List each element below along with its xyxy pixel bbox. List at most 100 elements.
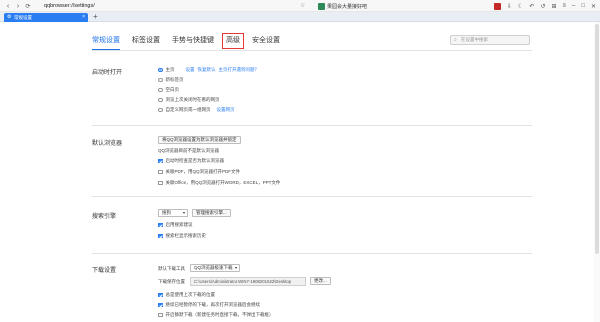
check-search-history[interactable]: 搜索栏显示搜索历史 (158, 233, 206, 239)
download-tool-select[interactable]: QQ浏览器极速下载 ▾ (190, 264, 240, 272)
checkbox[interactable] (158, 233, 163, 239)
chevron-down-icon: ▾ (234, 265, 237, 270)
startup-option-blank[interactable]: 空白页 (158, 87, 179, 93)
startup-option-custom[interactable]: 自定义网页或一组网页 设置网页 (158, 107, 235, 113)
download-path-field[interactable]: C:\Users\Administrator.WIN7-1908201522\D… (190, 277, 306, 286)
toolbar-right-icons: ⇩ ☾ ↶ ↺ ⊞ ≡ – □ ✕ (493, 1, 596, 11)
checkbox[interactable] (158, 158, 163, 164)
startup-option-newtab[interactable]: 新标签页 (158, 77, 184, 83)
check-label: 关联Office，用QQ浏览器打开WORD，EXCEL，PPT文件 (165, 180, 281, 185)
download-label: 下载设置 (92, 268, 117, 274)
tab-tabs[interactable]: 标签设置 (132, 34, 160, 48)
manage-search-engines-button[interactable]: 管理搜索引擎... (192, 209, 231, 217)
tab-close-icon[interactable]: × (82, 13, 85, 22)
night-mode-icon[interactable]: ☾ (518, 3, 523, 10)
section-divider (92, 253, 532, 254)
check-associate-office[interactable]: 关联Office，用QQ浏览器打开WORD，EXCEL，PPT文件 (158, 180, 280, 186)
checkbox[interactable] (158, 292, 163, 298)
custom-pages-link[interactable]: 设置网页 (217, 107, 235, 113)
maximize-icon[interactable]: □ (581, 3, 585, 9)
tab-bar: ⚙ 常规设置 × + (0, 12, 600, 22)
tab-gestures[interactable]: 手势与快捷键 (172, 34, 214, 48)
tab-general[interactable]: 常规设置 (92, 34, 120, 50)
search-engine-label: 搜索引擎 (92, 214, 117, 220)
back-icon[interactable]: ‹ (4, 2, 12, 10)
settings-search-input[interactable]: ⌕ 在设置中搜索 (450, 35, 530, 45)
scrollbar-thumb[interactable] (595, 24, 599, 254)
tab-settings[interactable]: ⚙ 常规设置 × (4, 13, 88, 22)
minimize-icon[interactable]: – (572, 3, 575, 9)
extension-icon (318, 2, 325, 10)
address-bar[interactable]: qqbrowser://settings/ (40, 2, 302, 10)
startup-option-last-session[interactable]: 浏览上次关闭时在看的网页 (158, 97, 220, 103)
search-placeholder: 在设置中搜索 (461, 37, 488, 42)
checkbox[interactable] (158, 302, 163, 308)
download-tool-label: 默认下载工具 (158, 266, 185, 271)
select-value: QQ浏览器极速下载 (194, 265, 233, 270)
radio-button[interactable] (158, 87, 163, 93)
new-tab-button[interactable]: + (93, 12, 98, 22)
checkbox[interactable] (158, 169, 163, 175)
checkbox[interactable] (158, 222, 163, 228)
home-problem-link[interactable]: 主页打开遇到问题？ (219, 67, 260, 73)
chevron-down-icon: ▾ (182, 210, 185, 215)
grid-icon[interactable]: ⊞ (551, 3, 556, 10)
forward-icon[interactable]: › (14, 2, 22, 10)
star-icon[interactable]: ☆ (300, 2, 305, 9)
download-section: 下载设置 默认下载工具 QQ浏览器极速下载 ▾ 下载保存位置 C:\Users\… (92, 264, 532, 320)
account-icon[interactable] (493, 2, 501, 10)
nav-divider (92, 50, 532, 51)
option-label: 自定义网页或一组网页 (165, 107, 211, 112)
check-search-suggestions[interactable]: 启用搜索建议 (158, 222, 193, 228)
radio-button[interactable] (158, 97, 163, 103)
default-browser-label: 默认浏览器 (92, 141, 123, 147)
gear-icon: ⚙ (7, 14, 12, 20)
check-default-on-start[interactable]: 启动时检查是否为默认浏览器 (158, 158, 224, 164)
radio-button[interactable] (158, 67, 163, 73)
undo-icon[interactable]: ↺ (540, 3, 545, 10)
home-setting-link[interactable]: 设置 (186, 67, 195, 73)
check-label: 继续已经暂停的下载，再次打开浏览器后会继续 (165, 302, 261, 307)
check-silent-download[interactable]: 开启静默下载（新建任务时直接下载，不弹出下载框） (158, 312, 274, 318)
close-icon[interactable]: ✕ (591, 3, 596, 10)
search-engine-select[interactable]: 搜狗 ▾ (158, 209, 188, 217)
checkbox[interactable] (158, 312, 163, 318)
radio-button[interactable] (158, 107, 163, 113)
page-scrollbar[interactable] (594, 22, 600, 322)
tab-advanced[interactable]: 高级 (222, 33, 244, 49)
check-label: 启用搜索建议 (165, 222, 193, 227)
search-icon: ⌕ (454, 37, 457, 43)
menu-icon[interactable]: ≡ (562, 3, 566, 9)
change-path-button[interactable]: 更改... (310, 277, 331, 285)
radio-button[interactable] (158, 77, 163, 83)
startup-section: 启动时打开 主页 设置 恢复默认 主页打开遇到问题？ 新标签页 空白页 浏览上次… (92, 67, 532, 127)
extension-text: 果园会大量接好吧 (327, 3, 368, 10)
option-label: 空白页 (165, 87, 180, 92)
section-divider (92, 125, 532, 126)
set-default-button[interactable]: 将QQ浏览器设置为默认浏览器并锁定 (158, 136, 241, 144)
option-label: 新标签页 (165, 77, 184, 82)
startup-option-home[interactable]: 主页 设置 恢复默认 主页打开遇到问题？ (158, 67, 259, 73)
select-value: 搜狗 (162, 210, 171, 215)
extension-banner[interactable]: 果园会大量接好吧 (318, 1, 408, 11)
default-browser-section: 默认浏览器 将QQ浏览器设置为默认浏览器并锁定 QQ浏览器目前不是默认浏览器 启… (92, 136, 532, 193)
check-associate-pdf[interactable]: 关联PDF，用QQ浏览器打开PDF文件 (158, 169, 240, 175)
check-label: 开启静默下载（新建任务时直接下载，不弹出下载框） (165, 312, 274, 317)
startup-label: 启动时打开 (92, 70, 123, 76)
browser-toolbar: ‹ › ⟳ qqbrowser://settings/ ☆ 果园会大量接好吧 ⇩… (0, 0, 600, 12)
refresh-icon[interactable]: ⟳ (24, 2, 32, 10)
option-label: 浏览上次关闭时在看的网页 (165, 97, 220, 102)
checkbox[interactable] (158, 180, 163, 186)
check-use-last-location[interactable]: 总是使用上次下载的位置 (158, 292, 215, 298)
search-engine-section: 搜索引擎 搜狗 ▾ 管理搜索引擎... 启用搜索建议 搜索栏显示搜索历史 (92, 209, 532, 249)
tab-title: 常规设置 (14, 15, 32, 20)
back-history-icon[interactable]: ↶ (529, 3, 534, 10)
option-label: 主页 (165, 67, 175, 72)
restore-default-link[interactable]: 恢复默认 (198, 67, 216, 73)
tab-security[interactable]: 安全设置 (252, 34, 280, 48)
check-label: 关联PDF，用QQ浏览器打开PDF文件 (165, 169, 241, 174)
settings-nav: 常规设置 标签设置 手势与快捷键 高级 安全设置 (92, 33, 292, 50)
check-label: 总是使用上次下载的位置 (165, 292, 216, 297)
download-icon[interactable]: ⇩ (507, 3, 512, 10)
check-resume-paused[interactable]: 继续已经暂停的下载，再次打开浏览器后会继续 (158, 302, 260, 308)
